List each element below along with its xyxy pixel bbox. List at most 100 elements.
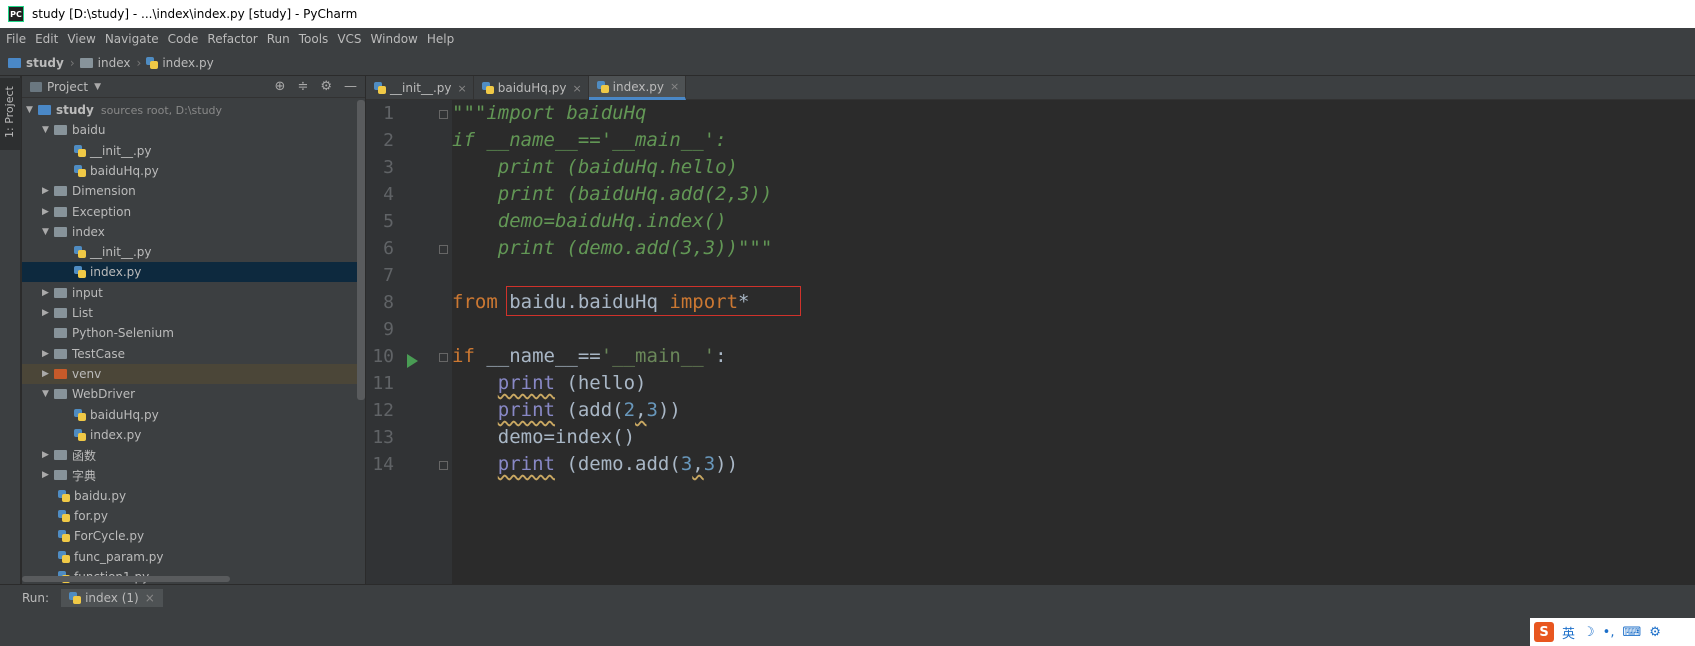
python-file-icon	[74, 266, 86, 279]
tree-item[interactable]: baiduHq.py	[22, 405, 365, 425]
fold-marker-icon[interactable]	[439, 245, 448, 254]
project-view-selector[interactable]: Project	[47, 80, 88, 94]
menu-run[interactable]: Run	[267, 32, 290, 46]
menu-vcs[interactable]: VCS	[337, 32, 361, 46]
tree-item[interactable]: ▶ TestCase	[22, 344, 365, 364]
menu-view[interactable]: View	[67, 32, 95, 46]
menu-edit[interactable]: Edit	[35, 32, 58, 46]
chevron-down-icon[interactable]: ▼	[26, 105, 38, 115]
breadcrumb-index-py[interactable]: index.py	[146, 56, 214, 70]
tree-item[interactable]: ▶ input	[22, 283, 365, 303]
menu-refactor[interactable]: Refactor	[207, 32, 257, 46]
chevron-right-icon[interactable]: ▶	[42, 186, 54, 196]
project-horizontal-scrollbar[interactable]	[22, 576, 230, 582]
fold-marker-icon[interactable]	[439, 353, 448, 362]
tree-item[interactable]: baidu.py	[22, 486, 365, 506]
tree-item[interactable]: ▼ study sources root, D:\study	[22, 100, 365, 120]
menu-file[interactable]: File	[6, 32, 26, 46]
menu-help[interactable]: Help	[427, 32, 454, 46]
breadcrumb-study[interactable]: study	[8, 56, 64, 70]
tree-item[interactable]: __init__.py	[22, 141, 365, 161]
tree-item-label: baiduHq.py	[90, 163, 159, 178]
chevron-right-icon[interactable]: ▶	[42, 369, 54, 379]
tree-item[interactable]: for.py	[22, 506, 365, 526]
tree-item[interactable]: index.py	[22, 262, 365, 283]
code-line-5[interactable]: demo=baiduHq.index()	[452, 208, 727, 235]
tree-item[interactable]: index.py	[22, 425, 365, 445]
moon-icon[interactable]: ☽	[1583, 625, 1595, 640]
code-line-6[interactable]: print (demo.add(3,3))"""	[452, 235, 773, 262]
code-line-2[interactable]: if __name__=='__main__':	[452, 127, 727, 154]
chevron-down-icon[interactable]: ▼	[42, 125, 54, 135]
tree-item[interactable]: ▶ 字典	[22, 465, 365, 485]
tree-item[interactable]: ▼ WebDriver	[22, 384, 365, 404]
tree-item[interactable]: ▶ Dimension	[22, 181, 365, 201]
breadcrumb-index[interactable]: index	[79, 56, 131, 70]
tree-item[interactable]: ForCycle.py	[22, 526, 365, 546]
tree-item[interactable]: ▼ baidu	[22, 120, 365, 140]
code-line-10[interactable]: if __name__=='__main__':	[452, 343, 727, 370]
minimize-icon[interactable]: —	[344, 79, 357, 94]
chevron-down-icon[interactable]: ▼	[42, 389, 54, 399]
code-line-14[interactable]: print (demo.add(3,3))	[452, 451, 738, 478]
tree-item-label: venv	[72, 366, 102, 381]
code-line-1[interactable]: """import baiduHq	[452, 100, 646, 127]
tree-item[interactable]: Python-Selenium	[22, 323, 365, 343]
tree-item-label: ForCycle.py	[74, 529, 145, 544]
settings-icon[interactable]: ⚙	[1649, 625, 1661, 640]
close-icon[interactable]: ×	[572, 82, 581, 95]
code-line-11[interactable]: print (hello)	[452, 370, 647, 397]
close-icon[interactable]: ×	[145, 591, 155, 605]
tab-index-py[interactable]: index.py ×	[588, 76, 687, 100]
menu-bar: File Edit View Navigate Code Refactor Ru…	[0, 28, 1695, 50]
tree-item[interactable]: __init__.py	[22, 242, 365, 262]
line-number: 11	[372, 373, 394, 394]
menu-navigate[interactable]: Navigate	[105, 32, 159, 46]
run-tab-index[interactable]: index (1) ×	[61, 589, 163, 607]
code-line-3[interactable]: print (baiduHq.hello)	[452, 154, 738, 181]
python-file-icon	[58, 489, 70, 502]
tab-init-py[interactable]: __init__.py ×	[366, 76, 474, 100]
chevron-right-icon[interactable]: ▶	[42, 349, 54, 359]
project-vertical-scrollbar[interactable]	[357, 100, 365, 400]
tree-item[interactable]: baiduHq.py	[22, 161, 365, 181]
tree-item[interactable]: ▶ 函数	[22, 445, 365, 465]
collapse-all-icon[interactable]: ≑	[297, 79, 308, 94]
chevron-right-icon[interactable]: ▶	[42, 207, 54, 217]
close-icon[interactable]: ×	[670, 80, 679, 93]
chevron-down-icon[interactable]: ▼	[42, 227, 54, 237]
sogou-logo-icon[interactable]: S	[1534, 622, 1554, 642]
chevron-right-icon[interactable]: ▶	[42, 470, 54, 480]
tree-item[interactable]: ▶ Exception	[22, 202, 365, 222]
tree-item[interactable]: func_param.py	[22, 547, 365, 567]
menu-window[interactable]: Window	[371, 32, 418, 46]
fold-marker-icon[interactable]	[439, 461, 448, 470]
tree-item[interactable]: ▶ List	[22, 303, 365, 323]
code-line-4[interactable]: print (baiduHq.add(2,3))	[452, 181, 773, 208]
tree-item[interactable]: ▶ venv	[22, 363, 365, 384]
close-icon[interactable]: ×	[458, 82, 467, 95]
locate-icon[interactable]: ⊕	[275, 79, 286, 94]
project-panel-header: Project ▼ ⊕ ≑ ⚙ —	[22, 76, 365, 98]
project-tool-tab[interactable]: 1: Project	[0, 78, 21, 150]
menu-code[interactable]: Code	[168, 32, 199, 46]
gear-icon[interactable]: ⚙	[320, 79, 332, 94]
folder-icon	[54, 328, 67, 339]
python-file-icon	[146, 56, 159, 69]
ime-language[interactable]: 英	[1562, 623, 1575, 642]
code-line-13[interactable]: demo=index()	[452, 424, 635, 451]
chevron-right-icon[interactable]: ▶	[42, 288, 54, 298]
chevron-right-icon[interactable]: ▶	[42, 450, 54, 460]
folder-icon	[54, 287, 67, 298]
menu-tools[interactable]: Tools	[299, 32, 329, 46]
tab-baiduhq-py[interactable]: baiduHq.py ×	[474, 76, 589, 100]
punctuation-icon[interactable]: •,	[1603, 625, 1615, 640]
chevron-right-icon[interactable]: ▶	[42, 308, 54, 318]
tree-item-label: __init__.py	[90, 245, 152, 260]
keyboard-icon[interactable]: ⌨	[1622, 625, 1641, 640]
run-gutter-icon[interactable]	[407, 354, 418, 368]
fold-marker-icon[interactable]	[439, 110, 448, 119]
code-line-12[interactable]: print (add(2,3))	[452, 397, 681, 424]
chevron-down-icon[interactable]: ▼	[94, 82, 101, 92]
tree-item[interactable]: ▼ index	[22, 222, 365, 242]
